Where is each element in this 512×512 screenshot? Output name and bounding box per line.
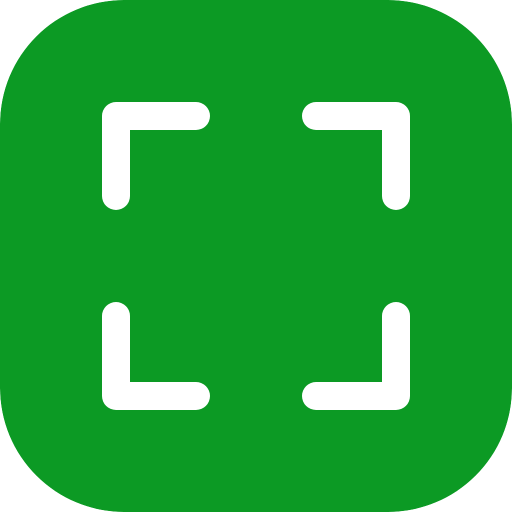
fullscreen-scan-icon <box>0 0 512 512</box>
app-icon[interactable] <box>0 0 512 512</box>
icon-background <box>0 0 512 512</box>
